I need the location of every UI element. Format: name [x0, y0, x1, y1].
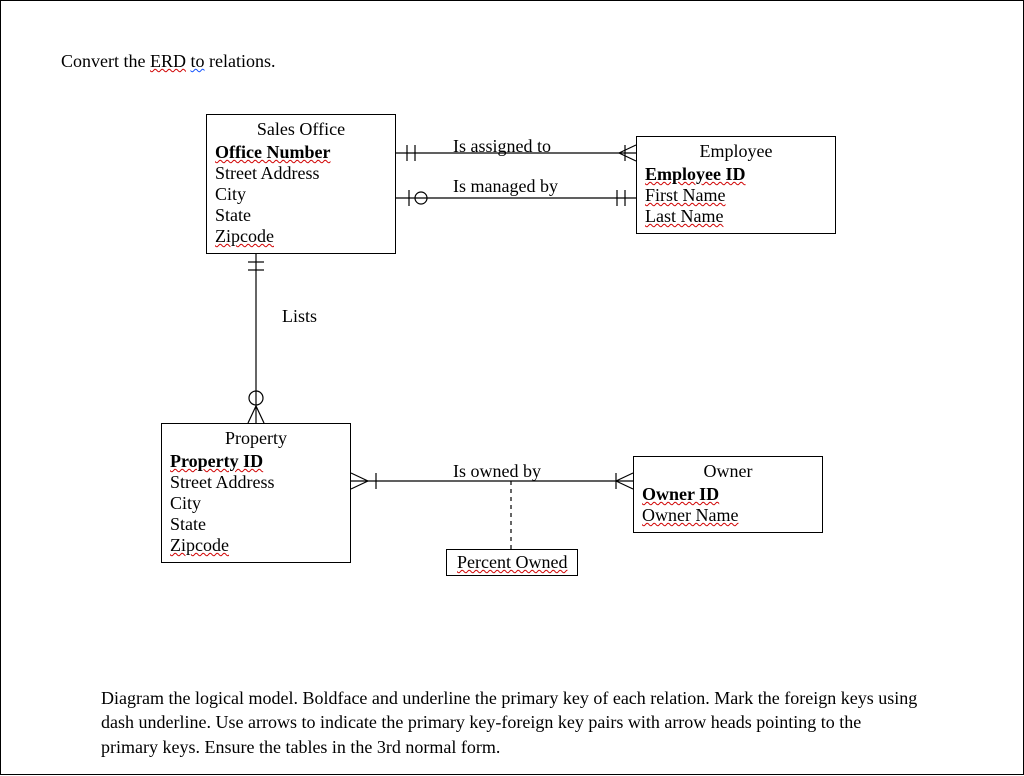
entity-title: Property	[170, 428, 342, 451]
attr: Percent Owned	[457, 552, 567, 572]
rel-assigned: Is assigned to	[453, 136, 551, 157]
entity-title: Owner	[642, 461, 814, 484]
entity-owner: Owner Owner ID Owner Name	[633, 456, 823, 533]
pk: Office Number	[215, 142, 387, 163]
entity-title: Sales Office	[215, 119, 387, 142]
attr: City	[215, 184, 387, 205]
attr: Last Name	[645, 206, 827, 227]
attr: Zipcode	[170, 535, 342, 556]
rel-managed: Is managed by	[453, 176, 558, 197]
connector-layer	[1, 1, 1024, 776]
pk: Property ID	[170, 451, 342, 472]
rel-owned: Is owned by	[453, 461, 541, 482]
entity-employee: Employee Employee ID First Name Last Nam…	[636, 136, 836, 234]
rel-lists: Lists	[282, 306, 317, 327]
attr: First Name	[645, 185, 827, 206]
attr: City	[170, 493, 342, 514]
pk: Employee ID	[645, 164, 827, 185]
entity-title: Employee	[645, 141, 827, 164]
entity-sales-office: Sales Office Office Number Street Addres…	[206, 114, 396, 254]
page: Convert the ERD to relations. Sales Offi…	[0, 0, 1024, 775]
assoc-attr-percent-owned: Percent Owned	[446, 549, 578, 576]
attr: State	[170, 514, 342, 535]
pk: Owner ID	[642, 484, 814, 505]
attr: Street Address	[215, 163, 387, 184]
attr: Owner Name	[642, 505, 814, 526]
entity-property: Property Property ID Street Address City…	[161, 423, 351, 563]
attr: State	[215, 205, 387, 226]
attr: Zipcode	[215, 226, 387, 247]
attr: Street Address	[170, 472, 342, 493]
